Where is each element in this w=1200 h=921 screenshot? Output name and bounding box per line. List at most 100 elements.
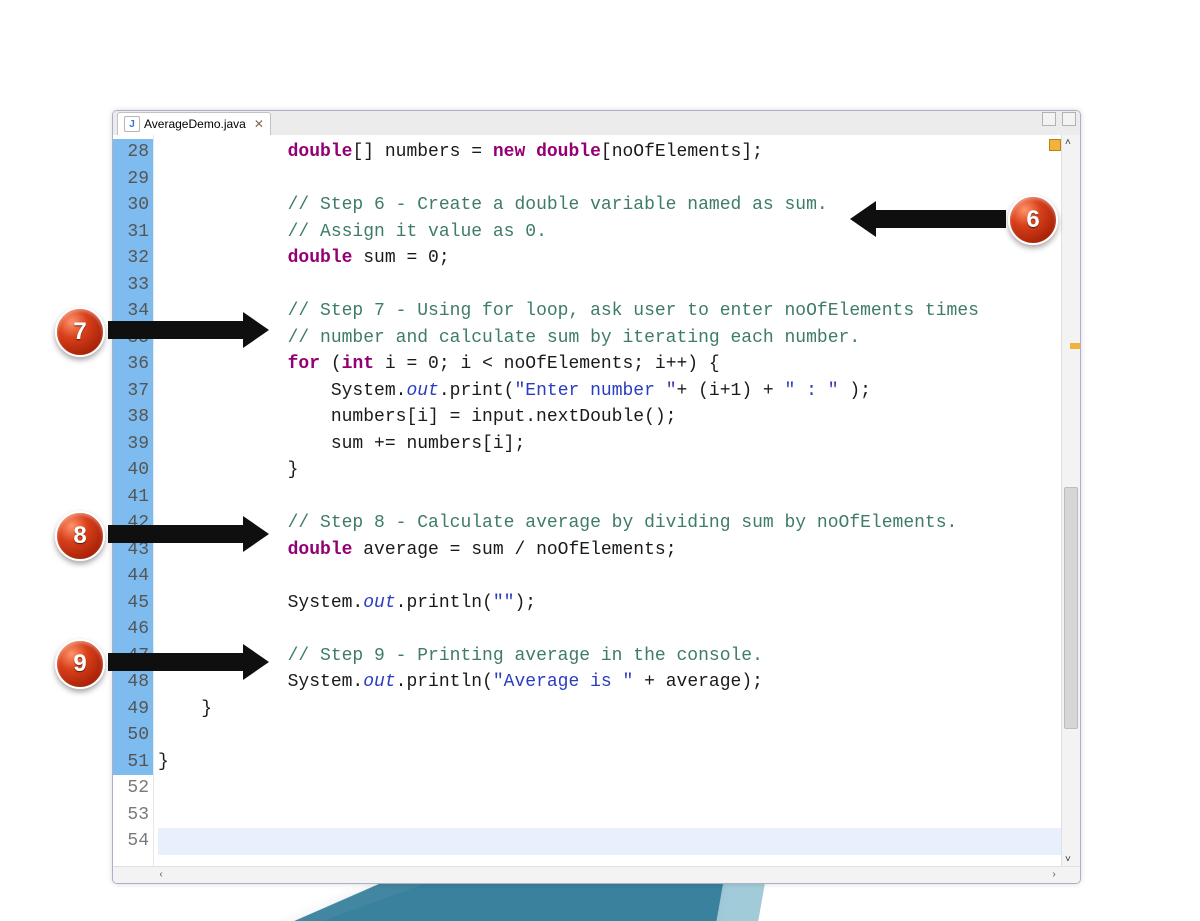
code-token: // Step 8 - Calculate average by dividin…	[288, 513, 958, 533]
editor-tab-active[interactable]: J AverageDemo.java ✕	[117, 112, 271, 136]
code-line[interactable]: double average = sum / noOfElements;	[158, 537, 1061, 564]
overview-ruler-tick-icon	[1070, 343, 1080, 349]
code-line[interactable]	[158, 563, 1061, 590]
horizontal-scrollbar[interactable]: ‹ ›	[113, 866, 1080, 883]
line-number: 29	[113, 166, 153, 193]
vertical-scrollbar[interactable]: ˄ ˅	[1061, 135, 1080, 867]
line-number: 28	[113, 139, 153, 166]
line-number: 49	[113, 696, 153, 723]
code-token: }	[288, 460, 299, 480]
code-token: numbers[i] = input.nextDouble();	[331, 407, 677, 427]
code-token: "Average is "	[493, 672, 633, 692]
line-number: 50	[113, 722, 153, 749]
code-line[interactable]: System.out.print("Enter number "+ (i+1) …	[158, 378, 1061, 405]
arrow-callout-9	[108, 644, 269, 680]
close-tab-icon[interactable]: ✕	[250, 117, 264, 131]
line-number: 30	[113, 192, 153, 219]
code-token: [] numbers =	[352, 142, 492, 162]
code-token: System.	[288, 593, 364, 613]
tabbar-window-controls	[1042, 112, 1076, 126]
code-line[interactable]: System.out.println("Average is " + avera…	[158, 669, 1061, 696]
code-line[interactable]: }	[158, 457, 1061, 484]
code-line[interactable]: for (int i = 0; i < noOfElements; i++) {	[158, 351, 1061, 378]
callout-badge-6: 6	[1008, 195, 1058, 245]
callout-badge-7: 7	[55, 307, 105, 357]
arrow-callout-6	[850, 201, 1006, 237]
code-line[interactable]: // Step 7 - Using for loop, ask user to …	[158, 298, 1061, 325]
code-line[interactable]	[158, 272, 1061, 299]
code-token: // Step 6 - Create a double variable nam…	[288, 195, 828, 215]
minimize-view-icon[interactable]	[1042, 112, 1056, 126]
line-number: 53	[113, 802, 153, 829]
code-line[interactable]: }	[158, 696, 1061, 723]
line-number: 52	[113, 775, 153, 802]
code-text-area[interactable]: double[] numbers = new double[noOfElemen…	[154, 135, 1061, 867]
line-number: 54	[113, 828, 153, 855]
code-line[interactable]	[158, 802, 1061, 829]
code-line[interactable]: // Step 8 - Calculate average by dividin…	[158, 510, 1061, 537]
code-token: out	[406, 381, 438, 401]
code-token: [noOfElements];	[601, 142, 763, 162]
callout-badge-8: 8	[55, 511, 105, 561]
scrollbar-thumb[interactable]	[1064, 487, 1078, 729]
line-number-gutter: 2829303132333435363738394041424344454647…	[113, 135, 154, 867]
scroll-right-arrow-icon[interactable]: ›	[1046, 867, 1062, 882]
code-token: for	[288, 354, 320, 374]
code-token: // Assign it value as 0.	[288, 222, 547, 242]
code-token: .println(	[396, 593, 493, 613]
code-line[interactable]: numbers[i] = input.nextDouble();	[158, 404, 1061, 431]
code-token: average = sum / noOfElements;	[352, 540, 676, 560]
code-line[interactable]	[158, 616, 1061, 643]
code-line[interactable]: double sum = 0;	[158, 245, 1061, 272]
code-line[interactable]	[158, 484, 1061, 511]
code-token: ""	[493, 593, 515, 613]
line-number: 45	[113, 590, 153, 617]
code-token: + (i+1) +	[677, 381, 785, 401]
line-number: 37	[113, 378, 153, 405]
code-line[interactable]	[158, 722, 1061, 749]
code-line[interactable]: // Step 9 - Printing average in the cons…	[158, 643, 1061, 670]
code-token: );	[839, 381, 871, 401]
line-number: 38	[113, 404, 153, 431]
code-token: (	[320, 354, 342, 374]
line-number: 32	[113, 245, 153, 272]
code-token: + average);	[633, 672, 763, 692]
code-line[interactable]: sum += numbers[i];	[158, 431, 1061, 458]
arrow-callout-8	[108, 516, 269, 552]
arrow-head-left-icon	[850, 201, 876, 237]
code-token: "Enter number "	[514, 381, 676, 401]
code-line[interactable]: // number and calculate sum by iterating…	[158, 325, 1061, 352]
line-number: 31	[113, 219, 153, 246]
maximize-view-icon[interactable]	[1062, 112, 1076, 126]
scroll-left-arrow-icon[interactable]: ‹	[153, 867, 169, 882]
code-token: double	[288, 540, 353, 560]
line-number: 33	[113, 272, 153, 299]
line-number: 36	[113, 351, 153, 378]
code-line[interactable]: System.out.println("");	[158, 590, 1061, 617]
line-number: 51	[113, 749, 153, 776]
code-token: // number and calculate sum by iterating…	[288, 328, 861, 348]
scroll-up-arrow-icon[interactable]: ˄	[1065, 137, 1071, 148]
line-number: 40	[113, 457, 153, 484]
java-file-icon: J	[124, 116, 140, 132]
code-line[interactable]	[158, 775, 1061, 802]
code-token: " : "	[785, 381, 839, 401]
code-line[interactable]	[158, 828, 1061, 855]
scroll-down-arrow-icon[interactable]: ˅	[1065, 854, 1071, 865]
arrow-head-right-icon	[243, 312, 269, 348]
overview-warning-marker-icon	[1049, 139, 1061, 151]
code-line[interactable]: }	[158, 749, 1061, 776]
code-token: sum += numbers[i];	[331, 434, 525, 454]
code-token: double	[288, 142, 353, 162]
code-token: sum = 0;	[352, 248, 449, 268]
code-token: double	[288, 248, 353, 268]
line-number: 44	[113, 563, 153, 590]
arrow-head-right-icon	[243, 644, 269, 680]
editor-body: 2829303132333435363738394041424344454647…	[113, 135, 1080, 867]
line-number: 41	[113, 484, 153, 511]
code-token: }	[158, 752, 169, 772]
code-line[interactable]	[158, 166, 1061, 193]
code-token: }	[201, 699, 212, 719]
code-line[interactable]: double[] numbers = new double[noOfElemen…	[158, 139, 1061, 166]
code-token: );	[514, 593, 536, 613]
